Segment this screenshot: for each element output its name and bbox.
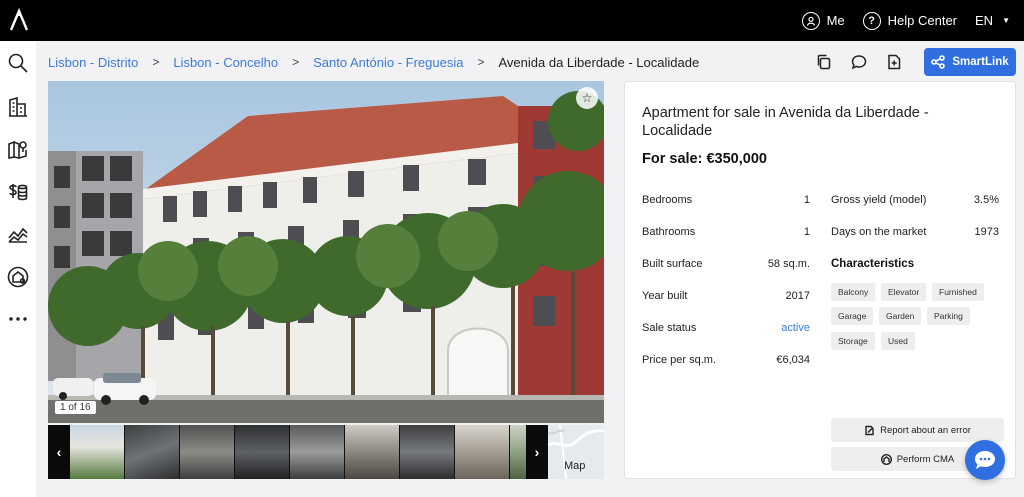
characteristic-tag: Elevator	[881, 283, 927, 301]
characteristic-tag: Used	[881, 332, 915, 350]
characteristics-heading: Characteristics	[831, 258, 915, 270]
detail-row: Year built 2017	[642, 288, 810, 304]
prev-photo-button[interactable]: ‹	[48, 425, 70, 479]
detail-row: Gross yield (model) 3.5%	[831, 192, 999, 208]
listing-details-panel: Apartment for sale in Avenida da Liberda…	[624, 81, 1016, 479]
perform-cma-label: Perform CMA	[896, 453, 955, 465]
share-icon	[931, 55, 946, 69]
thumbnail[interactable]	[125, 425, 180, 479]
breadcrumb-separator: >	[292, 55, 300, 69]
characteristic-tag: Furnished	[932, 283, 984, 301]
help-label: Help Center	[887, 13, 958, 28]
breadcrumb-distrito[interactable]: Lisbon - Distrito	[48, 55, 138, 70]
detail-label: Year built	[642, 290, 688, 302]
listing-title: Apartment for sale in Avenida da Liberda…	[642, 105, 929, 139]
next-photo-button[interactable]: ›	[526, 425, 548, 479]
map-pin-icon[interactable]	[6, 137, 30, 161]
detail-value: €6,034	[776, 354, 810, 366]
detail-row: Bedrooms 1	[642, 192, 810, 208]
language-label: EN	[975, 13, 994, 28]
building-photo	[48, 81, 604, 423]
breadcrumb-freguesia[interactable]: Santo António - Freguesia	[313, 55, 463, 70]
trend-chart-icon[interactable]	[6, 222, 30, 246]
breadcrumb-localidade: Avenida da Liberdade - Localidade	[498, 54, 700, 70]
help-icon: ?	[862, 11, 881, 30]
report-error-button[interactable]: Report about an error	[831, 418, 1004, 442]
me-label: Me	[826, 13, 845, 28]
report-error-label: Report about an error	[880, 424, 971, 436]
breadcrumb: Lisbon - Distrito > Lisbon - Concelho > …	[48, 53, 699, 71]
map-thumbnail[interactable]: Map	[548, 425, 604, 479]
detail-label: Bathrooms	[642, 226, 696, 238]
breadcrumb-separator: >	[152, 55, 160, 69]
thumbnail[interactable]	[290, 425, 345, 479]
home-settings-icon[interactable]	[6, 265, 30, 289]
favorite-star-icon[interactable]: ☆	[576, 87, 598, 109]
detail-label: Price per sq.m.	[642, 354, 716, 366]
detail-row: Days on the market 1973	[831, 224, 999, 240]
map-label: Map	[564, 460, 586, 472]
more-icon[interactable]	[6, 307, 30, 331]
add-document-icon[interactable]	[884, 52, 904, 72]
me-menu[interactable]: Me	[801, 11, 845, 30]
thumbnail[interactable]	[70, 425, 125, 479]
characteristic-tag: Garage	[831, 307, 874, 325]
photo-counter: 1 of 16	[55, 401, 96, 414]
thumbnail-strip: ‹ ›	[48, 425, 548, 479]
home-chart-icon	[880, 453, 892, 465]
detail-value: 1	[803, 226, 810, 238]
detail-label: Sale status	[642, 322, 697, 334]
detail-value: 1	[803, 194, 810, 206]
help-center-link[interactable]: ? Help Center	[862, 11, 958, 30]
characteristic-tag: Garden	[879, 307, 922, 325]
smartlink-button[interactable]: SmartLink	[924, 48, 1016, 76]
thumbnail[interactable]	[235, 425, 290, 479]
language-selector[interactable]: EN ▼	[975, 13, 1010, 28]
thumbnail[interactable]	[510, 425, 526, 479]
detail-value: 58 sq.m.	[767, 258, 810, 270]
detail-row: Built surface 58 sq.m.	[642, 256, 810, 272]
thumbnail[interactable]	[345, 425, 400, 479]
caret-down-icon: ▼	[1002, 16, 1010, 25]
thumbnail[interactable]	[180, 425, 235, 479]
characteristic-tag: Storage	[831, 332, 875, 350]
valuation-icon[interactable]	[6, 180, 30, 204]
thumbnail[interactable]	[455, 425, 510, 479]
detail-label: Days on the market	[831, 226, 927, 238]
logo-icon[interactable]	[8, 8, 30, 32]
detail-value: 1973	[974, 226, 999, 238]
edit-icon	[865, 425, 874, 435]
detail-value: 3.5%	[973, 194, 999, 206]
chat-button[interactable]	[965, 440, 1005, 480]
main-photo[interactable]: ☆ 1 of 16	[48, 81, 604, 423]
chat-icon	[975, 451, 995, 469]
detail-row: Price per sq.m. €6,034	[642, 352, 810, 368]
top-bar: Me ? Help Center EN ▼	[0, 0, 1024, 41]
detail-label: Built surface	[642, 258, 703, 270]
smartlink-label: SmartLink	[952, 56, 1009, 68]
thumbnail[interactable]	[400, 425, 455, 479]
copy-icon[interactable]	[814, 52, 834, 72]
breadcrumb-separator: >	[477, 55, 485, 69]
detail-row: Bathrooms 1	[642, 224, 810, 240]
sale-status-link[interactable]: active	[781, 322, 810, 334]
left-sidebar	[0, 41, 36, 497]
detail-label: Bedrooms	[642, 194, 693, 206]
search-icon[interactable]	[6, 51, 30, 75]
characteristic-tag: Balcony	[831, 283, 876, 301]
detail-row: Sale status active	[642, 320, 810, 336]
building-icon[interactable]	[6, 95, 30, 119]
breadcrumb-concelho[interactable]: Lisbon - Concelho	[173, 55, 278, 70]
characteristic-tag: Parking	[927, 307, 970, 325]
user-icon	[801, 11, 820, 30]
detail-value: 2017	[785, 290, 810, 302]
detail-label: Gross yield (model)	[831, 194, 927, 206]
comment-icon[interactable]	[849, 52, 869, 72]
listing-price: For sale: €350,000	[642, 151, 767, 167]
